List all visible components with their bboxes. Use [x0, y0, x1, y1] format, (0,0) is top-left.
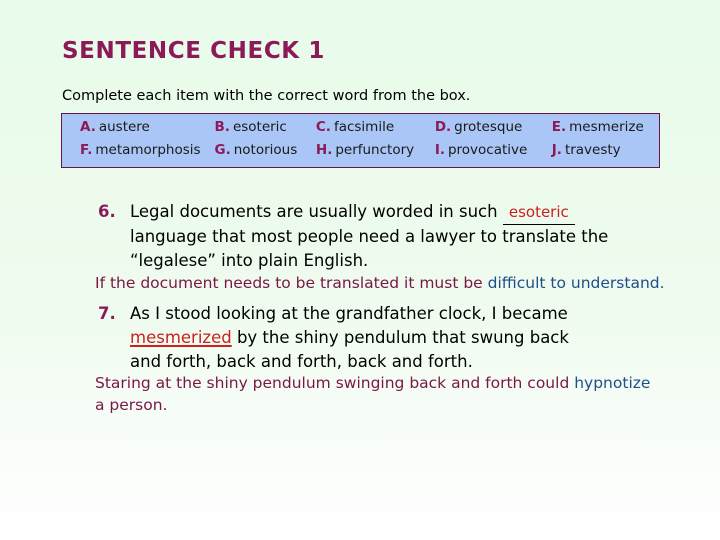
word-bank-word-i: provocative [447, 142, 528, 158]
question-6-answer: esoteric [508, 203, 569, 221]
question-7-student-answer-blue: hypnotize [574, 374, 651, 392]
word-bank-word-h: perfunctory [335, 142, 415, 158]
word-bank-word-b: esoteric [232, 119, 287, 135]
word-bank-item-b: B. esoteric [215, 119, 316, 135]
word-bank-item-f: F. metamorphosis [80, 142, 215, 158]
slide-canvas: SENTENCE CHECK 1 Complete each item with… [0, 0, 720, 540]
word-bank-letter-j: J. [551, 142, 562, 158]
question-6-text-before-blank: Legal documents are usually worded in su… [130, 202, 498, 221]
word-bank-word-e: mesmerize [569, 119, 644, 135]
word-bank-item-a: A. austere [80, 119, 215, 135]
word-bank-item-e: E. mesmerize [552, 119, 659, 135]
question-7-answer[interactable]: mesmerized [130, 326, 232, 350]
question-7-text-line-3: and forth, back and forth, back and fort… [130, 352, 473, 371]
question-7-student-answer-maroon-2: a person. [95, 396, 168, 414]
question-6-student-answer-blue: difficult to understand. [487, 274, 665, 292]
question-7-text-after-answer: by the shiny pendulum that swung back [236, 328, 569, 347]
page-title: SENTENCE CHECK 1 [62, 38, 325, 64]
question-7-student-answer-maroon-1: Staring at the shiny pendulum swinging b… [95, 374, 575, 392]
question-6-number: 6. [98, 202, 116, 221]
word-bank-item-i: I. provocative [435, 142, 552, 158]
word-bank-letter-f: F. [80, 142, 93, 158]
word-bank-item-h: H. perfunctory [316, 142, 435, 158]
word-bank-word-j: travesty [564, 142, 621, 158]
question-7-text-line-1: As I stood looking at the grandfather cl… [130, 304, 568, 323]
word-bank-row-1: A. austere B. esoteric C. facsimile D. grote… [62, 119, 659, 142]
word-bank-letter-b: B. [214, 119, 230, 135]
word-bank-item-g: G. notorious [215, 142, 316, 158]
word-bank-letter-a: A. [80, 119, 96, 135]
word-bank-letter-e: E. [551, 119, 567, 135]
word-bank-word-c: facsimile [333, 119, 395, 135]
question-6-line-1: 6. Legal documents are usually worded in… [98, 200, 608, 225]
question-7-student-answer: Staring at the shiny pendulum swinging b… [95, 372, 650, 416]
word-bank-item-j: J. travesty [552, 142, 659, 158]
question-6: 6. Legal documents are usually worded in… [98, 200, 608, 273]
word-bank-item-d: D. grotesque [435, 119, 552, 135]
word-bank-letter-i: I. [434, 142, 445, 158]
instruction-text: Complete each item with the correct word… [62, 88, 471, 104]
question-7: 7. As I stood looking at the grandfather… [98, 302, 569, 374]
word-bank-word-f: metamorphosis [95, 142, 201, 158]
question-7-line-2: mesmerized by the shiny pendulum that sw… [98, 326, 569, 350]
question-6-line-3: “legalese” into plain English. [98, 249, 608, 273]
word-bank-letter-c: C. [315, 119, 331, 135]
question-7-student-answer-line-2: a person. [95, 394, 650, 416]
word-bank-letter-d: D. [434, 119, 452, 135]
word-bank-box: A. austere B. esoteric C. facsimile D. grote… [61, 113, 660, 168]
word-bank-word-d: grotesque [454, 119, 523, 135]
question-6-blank[interactable]: esoteric [502, 200, 575, 225]
question-6-line-2: language that most people need a lawyer … [98, 225, 608, 249]
question-7-line-3: and forth, back and forth, back and fort… [98, 350, 569, 374]
word-bank-word-a: austere [98, 119, 150, 135]
question-6-text-line-2: language that most people need a lawyer … [130, 227, 609, 246]
word-bank-word-g: notorious [233, 142, 298, 158]
question-6-student-answer-maroon: If the document needs to be translated i… [95, 274, 488, 292]
question-6-student-answer: If the document needs to be translated i… [95, 272, 665, 294]
question-7-student-answer-line-1: Staring at the shiny pendulum swinging b… [95, 372, 650, 394]
question-6-text-line-3: “legalese” into plain English. [130, 251, 369, 270]
word-bank-letter-h: H. [315, 142, 333, 158]
question-7-number: 7. [98, 304, 116, 323]
word-bank-letter-g: G. [214, 142, 231, 158]
word-bank-item-c: C. facsimile [316, 119, 435, 135]
word-bank-row-2: F. metamorphosis G. notorious H. perfunctor… [62, 142, 659, 165]
question-7-line-1: 7. As I stood looking at the grandfather… [98, 302, 569, 326]
